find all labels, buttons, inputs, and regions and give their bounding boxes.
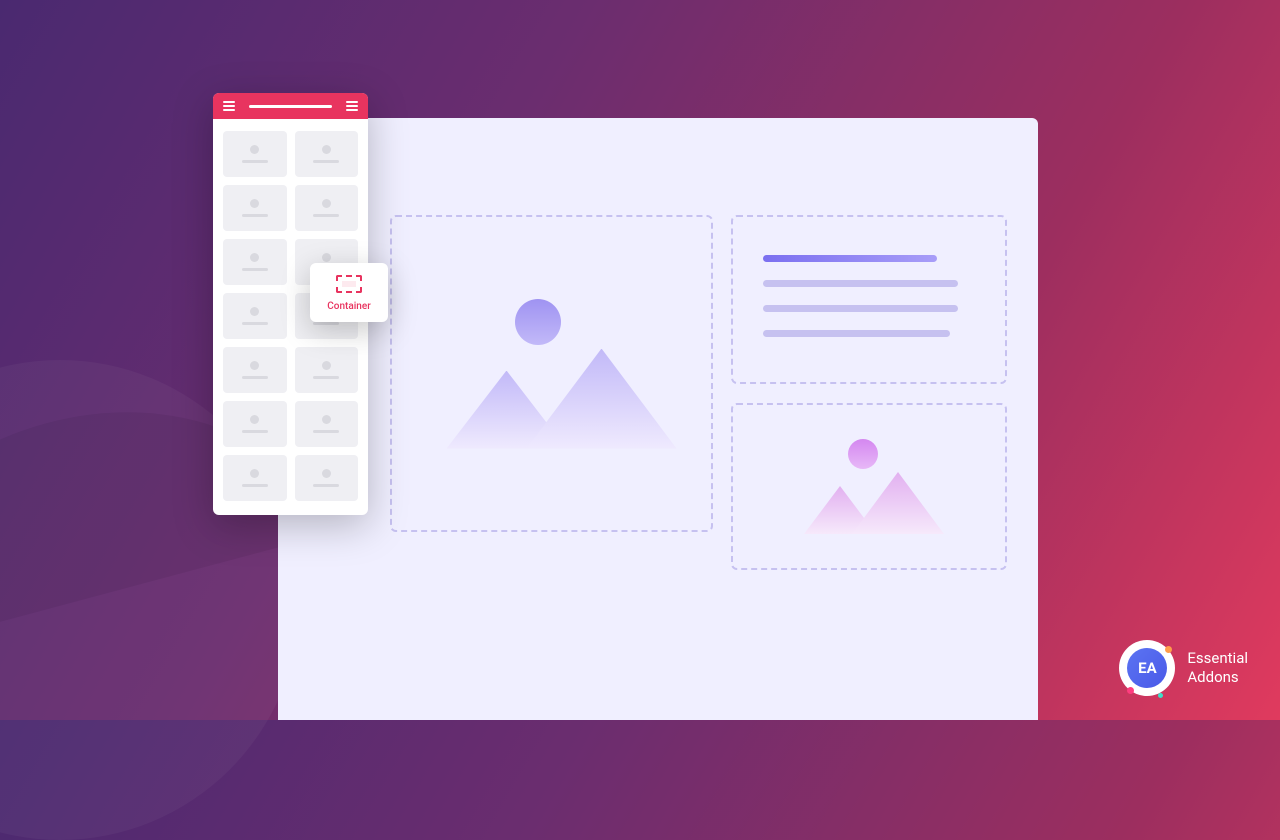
dropzone-text[interactable] — [731, 215, 1007, 384]
widget-thumb-icon — [250, 415, 259, 424]
widget-item[interactable] — [223, 185, 287, 231]
dropzone-image-small[interactable] — [731, 403, 1007, 570]
widget-thumb-icon — [322, 415, 331, 424]
image-placeholder-icon — [804, 439, 934, 534]
editor-canvas[interactable] — [278, 118, 1038, 720]
widget-thumb-icon — [250, 199, 259, 208]
widget-thumb-icon — [250, 253, 259, 262]
widget-thumb-icon — [322, 145, 331, 154]
widget-thumb-icon — [322, 469, 331, 478]
widget-label-placeholder — [313, 376, 339, 379]
text-line-placeholder — [763, 305, 958, 312]
image-placeholder-icon — [447, 299, 657, 449]
dropzone-image-large[interactable] — [390, 215, 713, 532]
decorative-dot-icon — [1127, 687, 1134, 694]
dragged-widget-label: Container — [327, 301, 371, 312]
apps-icon[interactable] — [346, 101, 358, 111]
widget-item[interactable] — [295, 131, 359, 177]
panel-header — [213, 93, 368, 119]
widget-item[interactable] — [223, 347, 287, 393]
brand-line2: Addons — [1187, 668, 1248, 687]
widget-label-placeholder — [313, 214, 339, 217]
widget-thumb-icon — [250, 469, 259, 478]
brand-logo: EA — [1119, 640, 1175, 696]
widget-item[interactable] — [295, 347, 359, 393]
text-heading-placeholder — [763, 255, 937, 262]
widget-thumb-icon — [250, 361, 259, 370]
decorative-dot-icon — [1158, 693, 1163, 698]
widget-label-placeholder — [242, 376, 268, 379]
widget-label-placeholder — [313, 430, 339, 433]
widget-label-placeholder — [313, 322, 339, 325]
panel-tab-indicator — [249, 105, 332, 108]
widget-label-placeholder — [313, 484, 339, 487]
menu-icon[interactable] — [223, 101, 235, 111]
brand-badge: EA Essential Addons — [1119, 640, 1248, 696]
text-line-placeholder — [763, 330, 950, 337]
widget-item[interactable] — [223, 131, 287, 177]
widget-item[interactable] — [295, 455, 359, 501]
widget-thumb-icon — [322, 253, 331, 262]
widget-item[interactable] — [295, 401, 359, 447]
widget-thumb-icon — [250, 307, 259, 316]
widget-label-placeholder — [242, 160, 268, 163]
decorative-dot-icon — [1165, 646, 1172, 653]
container-icon — [336, 275, 362, 293]
widget-label-placeholder — [242, 214, 268, 217]
brand-abbrev: EA — [1127, 648, 1167, 688]
widgets-panel: Container — [213, 93, 368, 515]
brand-name: Essential Addons — [1187, 649, 1248, 687]
widget-item[interactable] — [295, 185, 359, 231]
text-line-placeholder — [763, 280, 958, 287]
brand-line1: Essential — [1187, 649, 1248, 668]
widget-thumb-icon — [322, 361, 331, 370]
widget-label-placeholder — [313, 160, 339, 163]
widget-thumb-icon — [322, 199, 331, 208]
widget-thumb-icon — [250, 145, 259, 154]
widget-item[interactable] — [223, 455, 287, 501]
widget-label-placeholder — [242, 268, 268, 271]
widget-item[interactable] — [223, 293, 287, 339]
widget-label-placeholder — [242, 430, 268, 433]
widget-label-placeholder — [242, 484, 268, 487]
dragged-widget-container[interactable]: Container — [310, 263, 388, 322]
widget-item[interactable] — [223, 401, 287, 447]
widget-item[interactable] — [223, 239, 287, 285]
widget-label-placeholder — [242, 322, 268, 325]
